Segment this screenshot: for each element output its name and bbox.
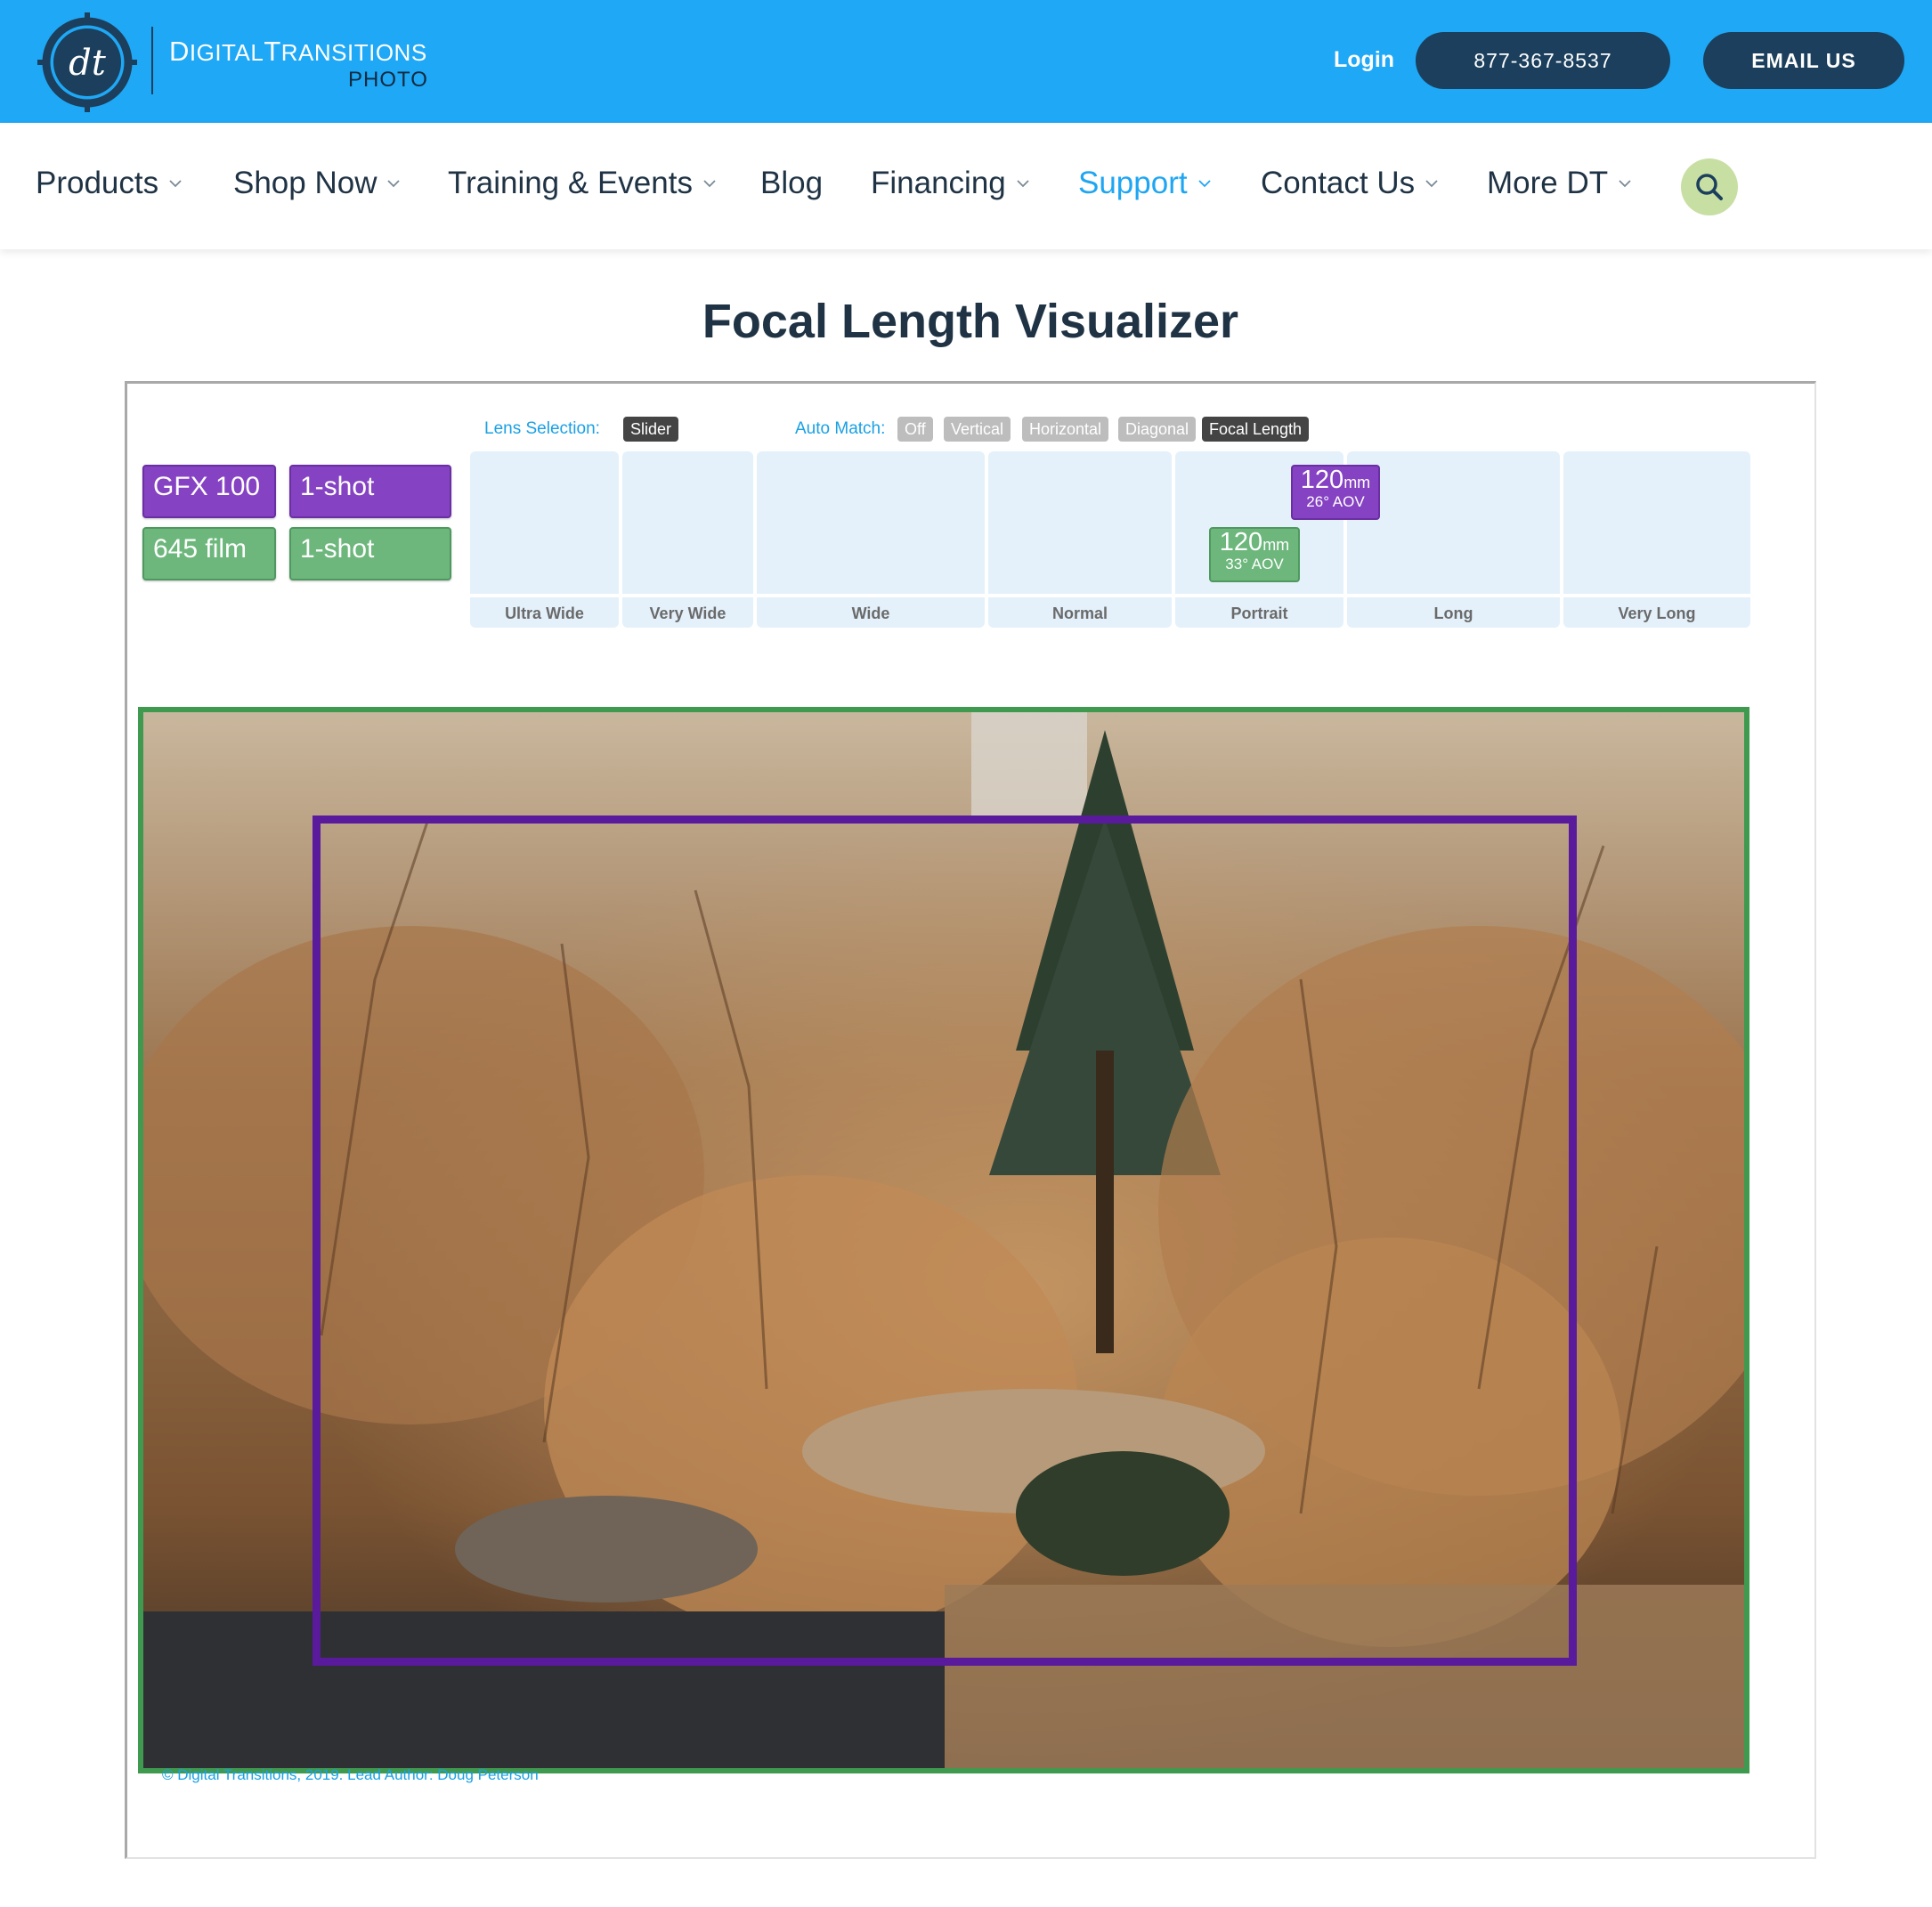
nav-training-events[interactable]: Training & Events xyxy=(448,166,718,201)
marker-focal-value: 120 xyxy=(1300,466,1344,494)
nav-contact-us[interactable]: Contact Us xyxy=(1261,166,1440,201)
camera-2-body-select[interactable]: 645 film xyxy=(142,527,276,580)
chevron-down-icon xyxy=(703,180,716,188)
camera-2-mode-select[interactable]: 1-shot xyxy=(289,527,451,580)
range-label: Long xyxy=(1347,594,1560,628)
nav-support[interactable]: Support xyxy=(1078,166,1213,201)
auto-match-diagonal-button[interactable]: Diagonal xyxy=(1118,417,1197,442)
camera-1-body-select[interactable]: GFX 100 xyxy=(142,465,276,518)
brand-name[interactable]: DIGITALTRANSITIONS xyxy=(169,36,427,68)
top-bar: dt DIGITALTRANSITIONS PHOTO Login 877-36… xyxy=(0,0,1932,123)
marker-focal-unit: mm xyxy=(1343,474,1371,491)
nav-contact-us-label: Contact Us xyxy=(1261,166,1416,200)
nav-blog-label: Blog xyxy=(760,166,824,200)
nav-shop-now[interactable]: Shop Now xyxy=(233,166,402,201)
camera-1-field-of-view xyxy=(313,816,1577,1666)
nav-shop-now-label: Shop Now xyxy=(233,166,377,200)
auto-match-off-button[interactable]: Off xyxy=(897,417,933,442)
nav-products[interactable]: Products xyxy=(36,166,183,201)
nav-products-label: Products xyxy=(36,166,159,200)
nav-financing-label: Financing xyxy=(871,166,1006,200)
nav-training-events-label: Training & Events xyxy=(448,166,693,200)
chevron-down-icon xyxy=(1619,180,1631,188)
brand-initial-t: T xyxy=(264,36,281,67)
marker-focal-unit: mm xyxy=(1262,536,1290,554)
focal-marker-camera-2[interactable]: 120mm 33° AOV xyxy=(1209,527,1300,582)
chevron-down-icon xyxy=(387,180,401,188)
chevron-down-icon xyxy=(1197,180,1211,188)
brand-word-2: RANSITIONS xyxy=(280,39,427,66)
nav-financing[interactable]: Financing xyxy=(871,166,1031,201)
focal-marker-camera-1[interactable]: 120mm 26° AOV xyxy=(1291,465,1380,520)
phone-button[interactable]: 877-367-8537 xyxy=(1416,32,1670,89)
dt-logo-icon[interactable]: dt xyxy=(36,12,139,112)
marker-aov: 33° AOV xyxy=(1225,556,1284,572)
marker-focal-value: 120 xyxy=(1219,528,1263,556)
range-label: Portrait xyxy=(1175,594,1343,628)
brand-word-1: IGITAL xyxy=(189,39,264,66)
range-very-wide[interactable]: Very Wide xyxy=(622,451,753,628)
range-label: Ultra Wide xyxy=(470,594,619,628)
lens-selection-label: Lens Selection: xyxy=(484,419,600,438)
marker-aov: 26° AOV xyxy=(1306,493,1365,510)
brand-sub: PHOTO xyxy=(348,68,428,92)
range-very-long[interactable]: Very Long xyxy=(1563,451,1750,628)
nav-more-dt-label: More DT xyxy=(1487,166,1609,200)
camera-1-mode-select[interactable]: 1-shot xyxy=(289,465,451,518)
login-link[interactable]: Login xyxy=(1334,47,1394,73)
email-us-button[interactable]: EMAIL US xyxy=(1703,32,1904,89)
auto-match-vertical-button[interactable]: Vertical xyxy=(944,417,1011,442)
range-ultra-wide[interactable]: Ultra Wide xyxy=(470,451,619,628)
auto-match-label: Auto Match: xyxy=(795,419,886,438)
logo-divider xyxy=(151,27,153,94)
range-label: Very Long xyxy=(1563,594,1750,628)
auto-match-horizontal-button[interactable]: Horizontal xyxy=(1022,417,1109,442)
range-label: Normal xyxy=(988,594,1172,628)
chevron-down-icon xyxy=(169,180,182,188)
range-label: Very Wide xyxy=(622,594,753,628)
range-normal[interactable]: Normal xyxy=(988,451,1172,628)
nav-more-dt[interactable]: More DT xyxy=(1487,166,1633,201)
search-icon xyxy=(1696,174,1723,200)
page-title: Focal Length Visualizer xyxy=(702,295,1239,348)
main-nav: Products Shop Now Training & Events Blog… xyxy=(0,123,1932,249)
logo-letters: dt xyxy=(69,43,107,84)
range-wide[interactable]: Wide xyxy=(757,451,985,628)
credit-text: © Digital Transitions, 2019. Lead Author… xyxy=(162,1766,539,1783)
search-button[interactable] xyxy=(1681,158,1738,215)
lens-slider-button[interactable]: Slider xyxy=(623,417,679,442)
range-label: Wide xyxy=(757,594,985,628)
chevron-down-icon xyxy=(1425,180,1438,188)
chevron-down-icon xyxy=(1017,180,1029,188)
auto-match-focal-length-button[interactable]: Focal Length xyxy=(1202,417,1310,442)
nav-support-label: Support xyxy=(1078,166,1188,200)
brand-initial-d: D xyxy=(169,36,190,67)
nav-blog[interactable]: Blog xyxy=(760,166,823,201)
